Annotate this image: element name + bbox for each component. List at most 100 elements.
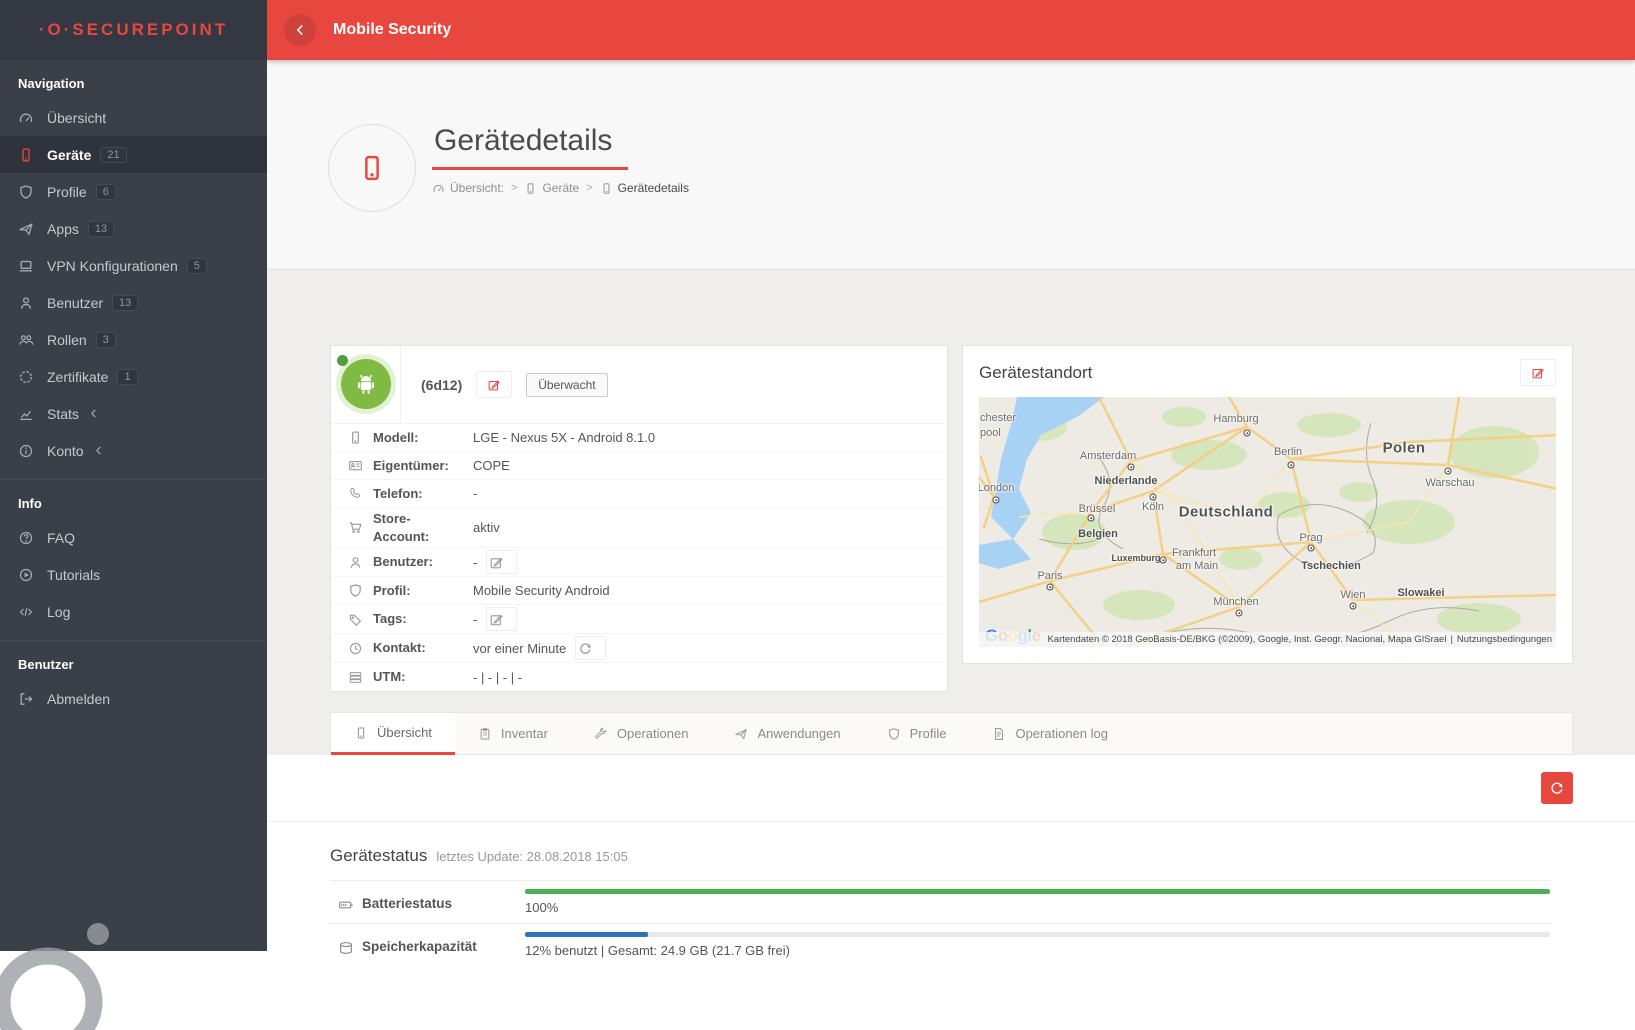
field-label: Benutzer: bbox=[373, 553, 451, 571]
map-terms-link[interactable]: Nutzungsbedingungen bbox=[1457, 634, 1552, 645]
gauge-icon bbox=[18, 110, 34, 126]
map-label-warschau: Warschau bbox=[1425, 477, 1474, 489]
detail-tabs: ÜbersichtInventarOperationenAnwendungen P… bbox=[330, 712, 1573, 755]
phone-icon bbox=[357, 153, 387, 183]
shield-icon bbox=[887, 727, 901, 741]
sidebar-nav: NavigationÜbersichtGeräte21Profile6Apps1… bbox=[0, 60, 267, 717]
google-map[interactable]: chesterpoolHamburgAmsterdamNiederlandeBe… bbox=[979, 397, 1556, 647]
page-header: Gerätedetails Übersicht:>Geräte>Gerätede… bbox=[267, 60, 1635, 270]
sidebar-item-label: Rollen bbox=[47, 332, 87, 348]
tab-profile[interactable]: Profile bbox=[864, 713, 970, 754]
status-last-update: letztes Update: 28.08.2018 15:05 bbox=[436, 849, 628, 864]
field-value: Mobile Security Android bbox=[473, 583, 610, 598]
device-field-benutzer: Benutzer: - bbox=[331, 548, 947, 577]
device-fields: Modell:LGE - Nexus 5X - Android 8.1.0Eig… bbox=[331, 424, 947, 691]
breadcrumb-item-geraetedetails[interactable]: Gerätedetails bbox=[600, 181, 689, 195]
sidebar-item-abmelden[interactable]: Abmelden bbox=[0, 680, 267, 717]
field-value-text: - bbox=[473, 555, 477, 570]
chevL-icon bbox=[88, 408, 99, 419]
edit-location-button[interactable] bbox=[1520, 359, 1556, 386]
sidebar-item-label: Stats bbox=[47, 406, 79, 422]
tab-operationen-log[interactable]: Operationen log bbox=[969, 713, 1131, 754]
pencil-icon bbox=[487, 378, 501, 392]
status-label-text: Speicherkapazität bbox=[362, 939, 477, 954]
nav-section-title: Benutzer bbox=[0, 641, 267, 680]
server-icon bbox=[348, 670, 363, 685]
logo-strip: ·O·SECUREPOINT bbox=[0, 0, 267, 60]
tab-inventar[interactable]: Inventar bbox=[455, 713, 571, 754]
supervision-status-badge: Überwacht bbox=[526, 373, 607, 397]
map-label-chester: chester bbox=[980, 412, 1016, 424]
edit-benutzer-button[interactable] bbox=[486, 550, 517, 574]
breadcrumb-item-geraete[interactable]: Geräte bbox=[524, 181, 579, 195]
edit-device-name-button[interactable] bbox=[476, 371, 512, 398]
pencil-icon bbox=[489, 555, 504, 570]
breadcrumb-item-uebersicht[interactable]: Übersicht: bbox=[432, 181, 504, 195]
count-badge: 21 bbox=[100, 147, 126, 163]
sidebar-item-label: FAQ bbox=[47, 530, 75, 546]
edit-tags-button[interactable] bbox=[486, 607, 517, 631]
sidebar-item-profile[interactable]: Profile6 bbox=[0, 173, 267, 210]
collapse-chevron bbox=[88, 406, 99, 422]
count-badge: 1 bbox=[117, 369, 137, 385]
progress-bar-text: 12% benutzt | Gesamt: 24.9 GB (21.7 GB f… bbox=[525, 943, 1550, 958]
back-button[interactable] bbox=[284, 14, 316, 46]
tab-anwendungen[interactable]: Anwendungen bbox=[711, 713, 863, 754]
cart-icon bbox=[348, 520, 363, 535]
field-label: Eigentümer: bbox=[373, 457, 451, 475]
field-value-text: aktiv bbox=[473, 520, 500, 535]
progress-bar-text: 100% bbox=[525, 900, 1550, 915]
count-badge: 13 bbox=[112, 295, 138, 311]
page-avatar bbox=[328, 124, 416, 212]
field-value: - bbox=[473, 486, 477, 501]
users-icon bbox=[18, 332, 34, 348]
refresh-kontakt-button[interactable] bbox=[575, 636, 606, 660]
sidebar-item-uebersicht[interactable]: Übersicht bbox=[0, 99, 267, 136]
map-label-luxemburg: Luxemburg bbox=[1111, 553, 1160, 563]
progress-bar-track bbox=[525, 932, 1550, 937]
sidebar-item-rollen[interactable]: Rollen3 bbox=[0, 321, 267, 358]
handset-icon bbox=[348, 486, 363, 501]
sidebar-item-konto[interactable]: Konto bbox=[0, 432, 267, 469]
field-label: Kontakt: bbox=[373, 639, 451, 657]
sidebar-item-label: Apps bbox=[47, 221, 79, 237]
tab-label: Profile bbox=[910, 726, 947, 741]
shield-icon bbox=[18, 184, 34, 200]
field-value: - bbox=[473, 550, 517, 574]
status-label: Batteriestatus bbox=[338, 889, 525, 915]
plane-icon bbox=[18, 221, 34, 237]
map-attribution-separator: | bbox=[1450, 634, 1452, 645]
map-marker bbox=[1288, 462, 1295, 469]
sidebar-item-log[interactable]: Log bbox=[0, 593, 267, 630]
sidebar-item-geraete[interactable]: Geräte21 bbox=[0, 136, 267, 173]
sidebar-item-vpn-konfigurationen[interactable]: VPN Konfigurationen5 bbox=[0, 247, 267, 284]
status-label-text: Batteriestatus bbox=[362, 896, 452, 911]
plane-icon bbox=[734, 727, 748, 741]
sidebar-item-stats[interactable]: Stats bbox=[0, 395, 267, 432]
map-label-tschechien: Tschechien bbox=[1301, 560, 1361, 572]
field-label: Telefon: bbox=[373, 485, 451, 503]
status-row-speicherkapazitaet: Speicherkapazität 12% benutzt | Gesamt: 2… bbox=[330, 923, 1550, 966]
refresh-status-button[interactable] bbox=[1541, 772, 1573, 804]
tab-uebersicht[interactable]: Übersicht bbox=[331, 713, 455, 755]
sidebar-item-apps[interactable]: Apps 13 bbox=[0, 210, 267, 247]
map-marker bbox=[1445, 468, 1452, 475]
map-canvas bbox=[979, 397, 1556, 647]
sidebar-item-zertifikate[interactable]: Zertifikate1 bbox=[0, 358, 267, 395]
collapse-chevron bbox=[93, 443, 104, 459]
chart-icon bbox=[18, 406, 34, 422]
field-label: Profil: bbox=[373, 582, 451, 600]
sidebar-item-faq[interactable]: FAQ bbox=[0, 519, 267, 556]
status-value: 12% benutzt | Gesamt: 24.9 GB (21.7 GB f… bbox=[525, 932, 1550, 958]
field-value-text: - bbox=[473, 612, 477, 627]
map-label-polen: Polen bbox=[1383, 440, 1426, 457]
map-marker bbox=[1160, 557, 1167, 564]
chevL-icon bbox=[93, 445, 104, 456]
sidebar-item-label: Benutzer bbox=[47, 295, 103, 311]
tab-operationen[interactable]: Operationen bbox=[571, 713, 712, 754]
device-field-tags: Tags:- bbox=[331, 605, 947, 634]
count-badge: 13 bbox=[88, 221, 114, 237]
sidebar-item-benutzer[interactable]: Benutzer 13 bbox=[0, 284, 267, 321]
sidebar-item-tutorials[interactable]: Tutorials bbox=[0, 556, 267, 593]
map-label-belgien: Belgien bbox=[1078, 528, 1118, 540]
